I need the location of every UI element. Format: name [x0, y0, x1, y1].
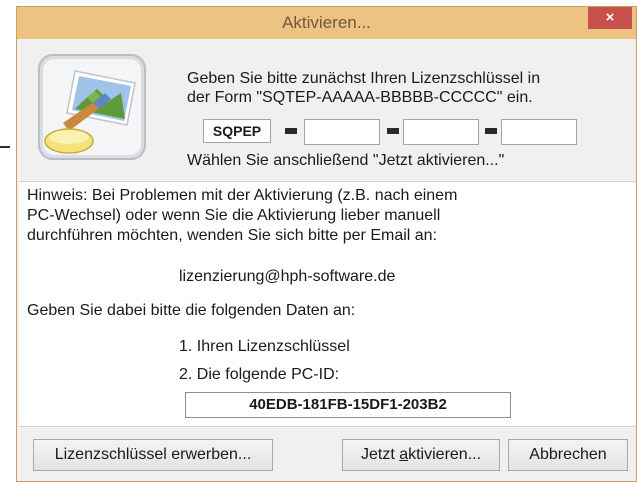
buy-license-button[interactable]: Lizenzschlüssel erwerben... [33, 439, 273, 471]
close-button[interactable]: × [588, 7, 632, 29]
activation-dialog: Aktivieren... × Geben Sie bitte zunächst… [16, 6, 637, 482]
hint-line-1: Hinweis: Bei Problemen mit der Aktivieru… [27, 187, 458, 204]
license-prefix: SQPEP [203, 119, 271, 143]
license-entry-panel: Geben Sie bitte zunächst Ihren Lizenzsch… [17, 39, 636, 180]
activate-instruction: Wählen Sie anschließend "Jetzt aktiviere… [187, 152, 505, 169]
step-pc-id: 2. Die folgende PC-ID: [179, 366, 340, 383]
paint-palette-icon [38, 54, 146, 160]
title-bar[interactable]: Aktivieren... × [17, 7, 636, 39]
support-email: lizenzierung@hph-software.de [179, 268, 396, 285]
hint-line-2: PC-Wechsel) oder wenn Sie die Aktivierun… [27, 207, 441, 224]
intro-text-line-2: der Form "SQTEP-AAAAA-BBBBB-CCCCC" ein. [187, 89, 533, 106]
license-key-field-1[interactable] [304, 119, 380, 145]
intro-text-line-1: Geben Sie bitte zunächst Ihren Lizenzsch… [187, 70, 541, 87]
activate-label-accesskey: a [399, 446, 409, 463]
cancel-button[interactable]: Abbrechen [508, 439, 628, 471]
activate-label-pre: Jetzt [360, 446, 400, 463]
key-separator [387, 128, 399, 134]
step-license-key: 1. Ihren Lizenzschlüssel [179, 338, 350, 355]
license-key-field-3[interactable] [501, 119, 577, 145]
activate-button[interactable]: Jetzt aktivieren... [342, 439, 500, 471]
info-panel: Hinweis: Bei Problemen mit der Aktivieru… [19, 181, 636, 427]
activate-label-post: ktivieren... [408, 446, 482, 463]
hint-text: Hinweis: Bei Problemen mit der Aktivieru… [27, 186, 587, 246]
license-key-field-2[interactable] [403, 119, 479, 145]
left-edge-tick [0, 146, 10, 148]
pc-id-field[interactable]: 40EDB-181FB-15DF1-203B2 [185, 392, 511, 418]
give-data-text: Geben Sie dabei bitte die folgenden Date… [27, 302, 356, 319]
key-separator [285, 128, 297, 134]
key-separator [485, 128, 497, 134]
window-title: Aktivieren... [282, 13, 371, 32]
hint-line-3: durchführen möchten, wenden Sie sich bit… [27, 227, 438, 244]
